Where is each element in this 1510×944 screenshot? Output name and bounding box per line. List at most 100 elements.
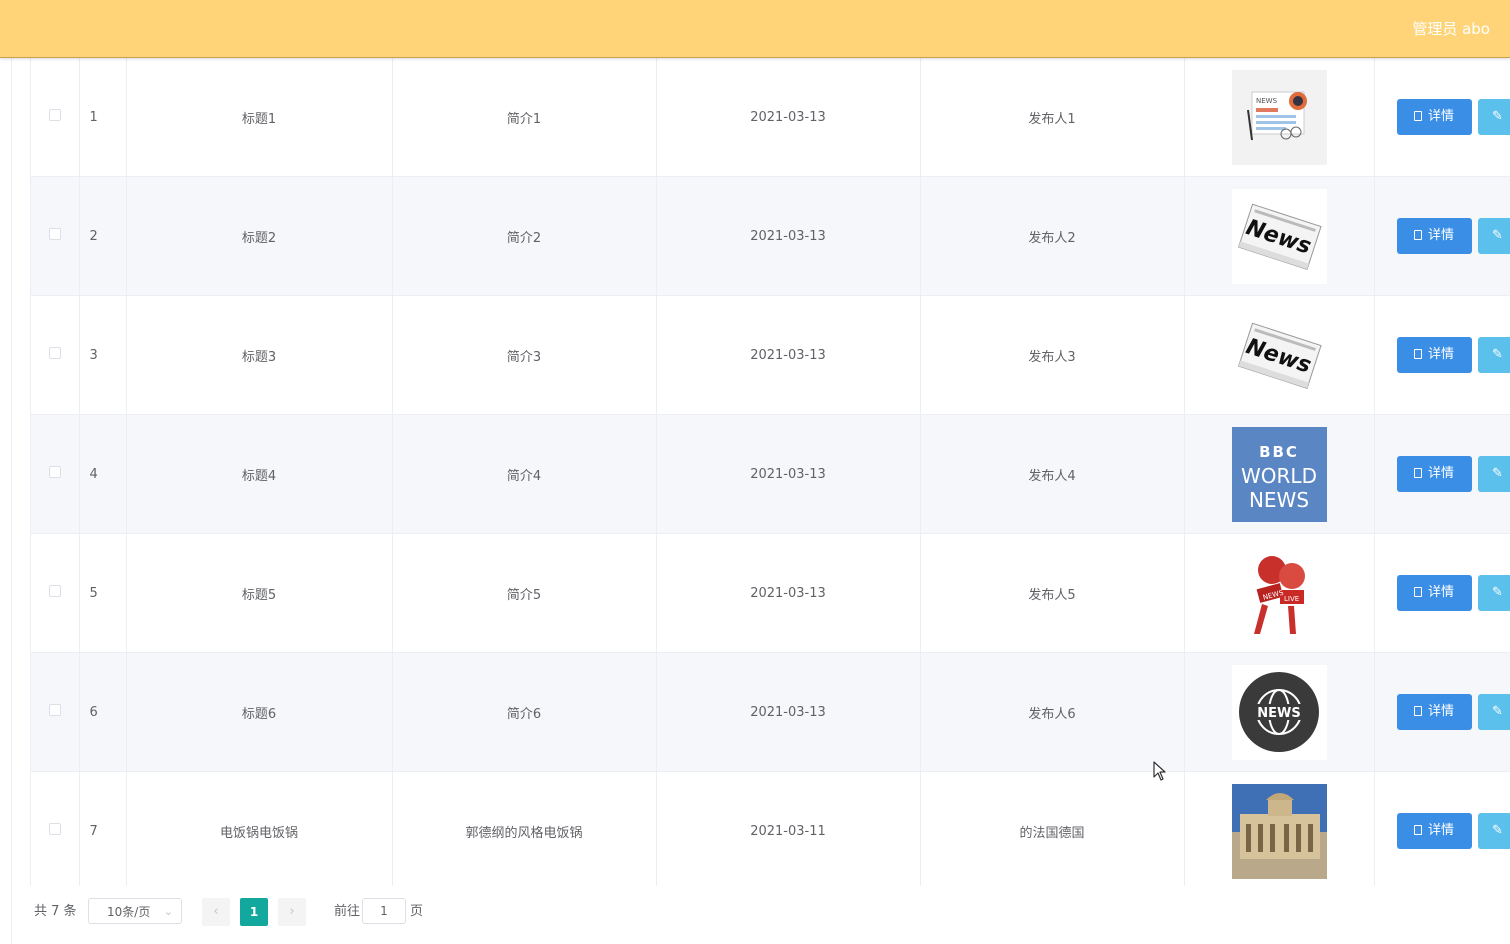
svg-text:NEWS: NEWS [1248,488,1308,512]
row-checkbox[interactable] [48,585,61,597]
prev-page-button[interactable]: ‹ [202,898,230,926]
news-thumbnail[interactable]: NEWS LIVE [1231,545,1327,641]
news-table: 1 标题1 简介1 2021-03-13 发布人1 NEWS 详情 ✎ 2 标题2… [30,58,1510,886]
edit-button[interactable]: ✎ [1477,456,1510,492]
page-size-select[interactable]: 10条/页 ⌄ [88,898,182,924]
row-title: 标题6 [241,706,277,722]
row-checkbox[interactable] [48,347,61,359]
row-date: 2021-03-13 [750,466,826,482]
detail-button[interactable]: 详情 [1396,337,1472,373]
actions-cell: 详情 ✎ [1374,414,1510,534]
pencil-icon: ✎ [1492,585,1503,600]
pencil-icon: ✎ [1492,466,1503,481]
select-cell [31,295,80,415]
row-index: 4 [89,466,98,482]
image-cell: NEWS [1184,58,1375,177]
image-cell: BBC WORLD NEWS [1184,414,1375,534]
row-publisher: 发布人5 [1028,587,1076,603]
image-cell: NEWS LIVE [1184,533,1375,653]
svg-text:NEWS: NEWS [1257,706,1300,721]
title-cell: 标题6 [126,652,393,772]
page-number-button[interactable]: 1 [240,898,268,926]
row-index: 5 [89,585,98,601]
intro-cell: 简介5 [392,533,657,653]
select-cell [31,176,80,296]
intro-cell: 简介1 [392,58,657,177]
pencil-icon: ✎ [1492,228,1503,243]
intro-cell: 简介4 [392,414,657,534]
detail-label: 详情 [1427,109,1454,124]
select-cell [31,58,80,177]
chevron-down-icon: ⌄ [163,905,173,918]
row-checkbox[interactable] [48,704,61,716]
edit-button[interactable]: ✎ [1477,694,1510,730]
edit-button[interactable]: ✎ [1477,337,1510,373]
row-publisher: 发布人6 [1028,706,1076,722]
row-publisher: 的法国德国 [1019,825,1085,841]
admin-user-label[interactable]: 管理员 abo [1412,18,1490,39]
title-cell: 标题3 [126,295,393,415]
publisher-cell: 发布人2 [920,176,1185,296]
row-intro: 简介5 [506,587,542,603]
select-cell [31,771,80,886]
news-thumbnail[interactable]: News [1231,188,1327,284]
date-cell: 2021-03-13 [656,533,921,653]
publisher-cell: 发布人6 [920,652,1185,772]
title-cell: 标题1 [126,58,393,177]
publisher-cell: 的法国德国 [920,771,1185,886]
detail-button[interactable]: 详情 [1396,456,1472,492]
document-icon [1413,825,1422,835]
intro-cell: 简介2 [392,176,657,296]
news-thumbnail[interactable]: NEWS [1231,664,1327,760]
top-header-bar: 管理员 abo [0,0,1510,58]
table-row: 6 标题6 简介6 2021-03-13 发布人6 NEWS 详情 ✎ [31,652,1510,772]
document-icon [1413,706,1422,716]
actions-cell: 详情 ✎ [1374,652,1510,772]
mouse-cursor-icon [1153,761,1166,781]
intro-cell: 郭德纲的风格电饭锅 [392,771,657,886]
edit-button[interactable]: ✎ [1477,813,1510,849]
detail-button[interactable]: 详情 [1396,575,1472,611]
news-thumbnail[interactable] [1231,783,1327,879]
edit-button[interactable]: ✎ [1477,575,1510,611]
page-size-value: 10条/页 [107,905,151,919]
row-checkbox[interactable] [48,228,61,240]
row-checkbox[interactable] [48,466,61,478]
date-cell: 2021-03-13 [656,176,921,296]
edit-button[interactable]: ✎ [1477,99,1510,135]
row-date: 2021-03-13 [750,585,826,601]
news-thumbnail[interactable]: BBC WORLD NEWS [1231,426,1327,522]
row-intro: 简介2 [506,230,542,246]
row-checkbox[interactable] [48,109,61,121]
row-checkbox[interactable] [48,823,61,835]
index-cell: 1 [79,58,127,177]
page-unit-label: 页 [410,904,424,919]
chevron-right-icon: › [289,904,295,919]
row-title: 标题4 [241,468,277,484]
document-icon [1413,230,1422,240]
pencil-icon: ✎ [1492,823,1503,838]
detail-button[interactable]: 详情 [1396,99,1472,135]
goto-page-input[interactable] [362,898,406,924]
news-thumbnail[interactable]: News [1231,307,1327,403]
row-intro: 郭德纲的风格电饭锅 [465,825,583,841]
row-index: 2 [89,228,98,244]
detail-button[interactable]: 详情 [1396,813,1472,849]
image-cell [1184,771,1375,886]
publisher-cell: 发布人5 [920,533,1185,653]
detail-button[interactable]: 详情 [1396,218,1472,254]
date-cell: 2021-03-11 [656,771,921,886]
svg-text:LIVE: LIVE [1284,595,1299,603]
row-intro: 简介6 [506,706,542,722]
actions-cell: 详情 ✎ [1374,771,1510,886]
next-page-button[interactable]: › [278,898,306,926]
detail-button[interactable]: 详情 [1396,694,1472,730]
total-count: 共 7 条 [34,904,77,919]
row-title: 标题2 [241,230,277,246]
row-index: 6 [89,704,98,720]
actions-cell: 详情 ✎ [1374,176,1510,296]
edit-button[interactable]: ✎ [1477,218,1510,254]
table-row: 4 标题4 简介4 2021-03-13 发布人4 BBC WORLD NEWS… [31,414,1510,534]
news-thumbnail[interactable]: NEWS [1231,69,1327,165]
detail-label: 详情 [1427,585,1454,600]
